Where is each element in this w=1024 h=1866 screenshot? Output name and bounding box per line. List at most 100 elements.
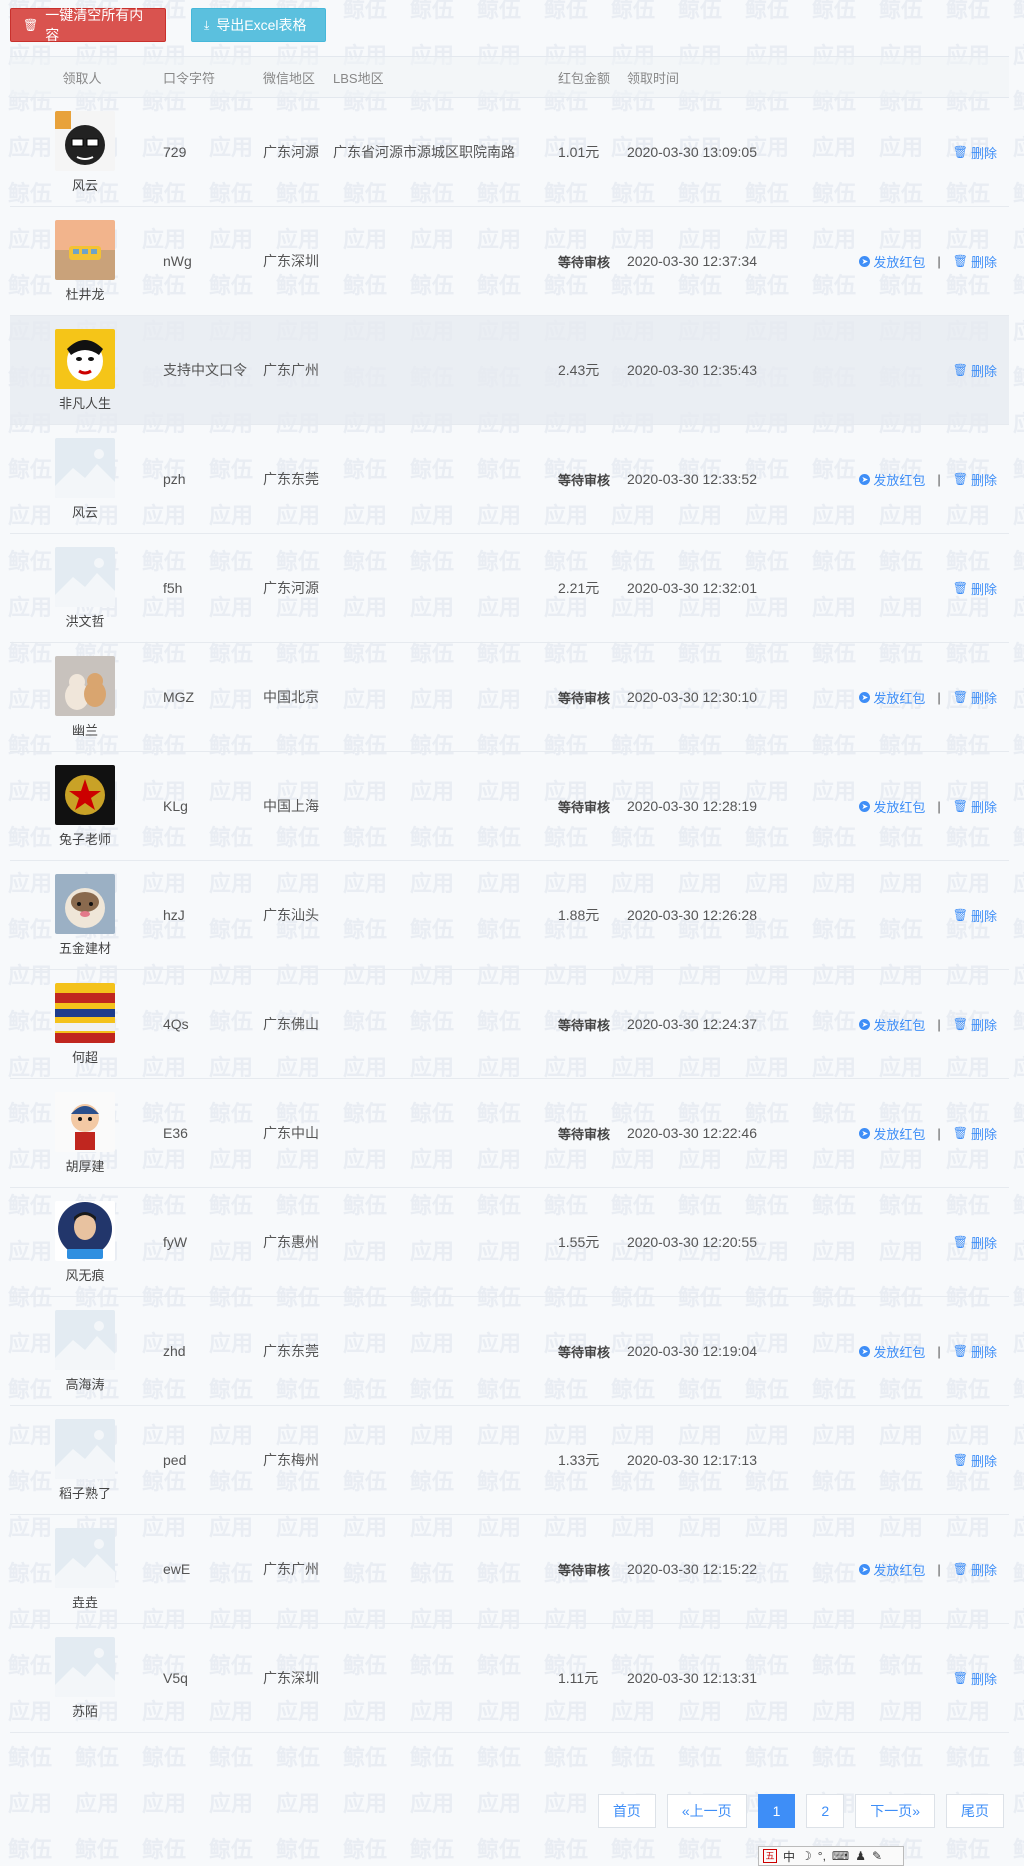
punctuation-icon[interactable]: °,: [818, 1849, 826, 1863]
header-wx-region: 微信地区: [263, 70, 316, 86]
ime-toolbar[interactable]: 五 中 ☽ °, ⌨ ♟ ✎: [758, 1846, 904, 1866]
watermark-tile: 应用: [342, 1792, 387, 1817]
send-label: 发放红包: [873, 1017, 926, 1033]
send-redpacket-button[interactable]: ➤ 发放红包: [859, 252, 925, 271]
page-2-button[interactable]: 2: [806, 1794, 845, 1828]
send-redpacket-button[interactable]: ➤ 发放红包: [859, 470, 925, 489]
wx-region-cell: 广东深圳: [263, 1670, 319, 1686]
delete-button[interactable]: 🗑 删除: [953, 1560, 997, 1579]
table-row: 何超 4Qs 广东佛山 等待审核 2020-03-30 12:24:37 ➤ 发放红包 | 🗑 删…: [10, 970, 1009, 1079]
wx-region-cell: 中国上海: [263, 798, 319, 814]
watermark-tile: 鲸伍: [543, 0, 588, 23]
wrench-icon[interactable]: ✎: [872, 1849, 882, 1863]
page-1-button[interactable]: 1: [757, 1794, 796, 1828]
delete-button[interactable]: 🗑 删除: [953, 797, 997, 816]
avatar: [55, 764, 115, 825]
trash-icon: 🗑: [952, 1344, 968, 1358]
user-cell: 稻子熟了: [10, 1418, 160, 1502]
code-cell: MGZ: [163, 689, 195, 705]
delete-label: 删除: [970, 1126, 997, 1142]
send-label: 发放红包: [873, 799, 926, 815]
delete-button[interactable]: 🗑 删除: [953, 1342, 997, 1361]
user-cell: 风无痕: [10, 1200, 160, 1284]
send-redpacket-button[interactable]: ➤ 发放红包: [859, 1342, 925, 1361]
table-header: 领取人 口令字符 微信地区 LBS地区 红包金额 领取时间: [10, 56, 1009, 98]
user-name: 幽兰: [71, 722, 98, 738]
time-cell: 2020-03-30 12:35:43: [627, 362, 757, 378]
avatar: [55, 1200, 115, 1261]
delete-button[interactable]: 🗑 删除: [953, 1233, 997, 1252]
send-icon: ➤: [859, 473, 871, 485]
delete-label: 删除: [970, 1017, 997, 1033]
code-cell: 4Qs: [163, 1016, 189, 1032]
send-redpacket-button[interactable]: ➤ 发放红包: [859, 1560, 925, 1579]
code-cell: f5h: [163, 580, 183, 596]
keyboard-icon[interactable]: ⌨: [832, 1849, 849, 1863]
table-row: 杜井龙 nWg 广东深圳 等待审核 2020-03-30 12:37:34 ➤ 发放红包 | 🗑…: [10, 207, 1009, 316]
trash-icon: 🗑: [952, 1235, 968, 1249]
actions-cell: 🗑 删除: [827, 579, 1009, 598]
moon-icon[interactable]: ☽: [801, 1849, 812, 1863]
clear-all-button[interactable]: 🗑 一键清空所有内容: [10, 7, 166, 43]
page-next-button[interactable]: 下一页»: [855, 1794, 935, 1828]
watermark-tile: 鲸伍: [275, 1746, 320, 1771]
delete-button[interactable]: 🗑 删除: [953, 688, 997, 707]
header-user: 领取人: [62, 70, 102, 86]
avatar: [55, 873, 115, 934]
delete-button[interactable]: 🗑 删除: [953, 143, 997, 162]
avatar: [55, 982, 115, 1043]
watermark-tile: 鲸伍: [1012, 0, 1024, 23]
delete-button[interactable]: 🗑 删除: [953, 1015, 997, 1034]
table-row: 非凡人生 支持中文口令 广东广州 2.43元 2020-03-30 12:35:43 🗑 删…: [10, 316, 1009, 425]
page-first-button[interactable]: 首页: [597, 1794, 656, 1828]
send-icon: ➤: [859, 1563, 871, 1575]
page-prev-button[interactable]: «上一页: [666, 1794, 747, 1828]
avatar: [55, 1527, 115, 1588]
delete-button[interactable]: 🗑 删除: [953, 252, 997, 271]
ime-mode[interactable]: 中: [783, 1848, 795, 1865]
watermark-tile: 鲸伍: [543, 1746, 588, 1771]
user-name: 垚垚: [71, 1594, 98, 1610]
delete-label: 删除: [970, 1235, 997, 1251]
user-icon[interactable]: ♟: [855, 1849, 866, 1863]
user-name: 风云: [71, 504, 98, 520]
code-cell: pzh: [163, 471, 186, 487]
delete-button[interactable]: 🗑 删除: [953, 906, 997, 925]
watermark-tile: 鲸伍: [677, 1746, 722, 1771]
user-name: 洪文哲: [65, 613, 105, 629]
page-last-button[interactable]: 尾页: [946, 1794, 1004, 1828]
watermark-tile: 鲸伍: [141, 1838, 186, 1863]
wx-region-cell: 中国北京: [263, 689, 319, 705]
user-cell: 幽兰: [10, 655, 160, 739]
send-redpacket-button[interactable]: ➤ 发放红包: [859, 797, 925, 816]
action-separator: |: [937, 1125, 941, 1141]
action-separator: |: [937, 471, 941, 487]
delete-button[interactable]: 🗑 删除: [953, 1124, 997, 1143]
delete-button[interactable]: 🗑 删除: [953, 579, 997, 598]
user-cell: 五金建材: [10, 873, 160, 957]
delete-button[interactable]: 🗑 删除: [953, 1669, 997, 1688]
actions-cell: ➤ 发放红包 | 🗑 删除: [827, 1560, 1009, 1579]
delete-button[interactable]: 🗑 删除: [953, 470, 997, 489]
watermark-tile: 鲸伍: [342, 1746, 387, 1771]
action-separator: |: [937, 798, 941, 814]
watermark-tile: 鲸伍: [610, 0, 655, 23]
code-cell: hzJ: [163, 907, 185, 923]
send-redpacket-button[interactable]: ➤ 发放红包: [859, 688, 925, 707]
delete-button[interactable]: 🗑 删除: [953, 1451, 997, 1470]
user-cell: 兔子老师: [10, 764, 160, 848]
watermark-tile: 应用: [476, 1792, 521, 1817]
actions-cell: 🗑 删除: [827, 1233, 1009, 1252]
delete-button[interactable]: 🗑 删除: [953, 361, 997, 380]
user-cell: 洪文哲: [10, 546, 160, 630]
action-separator: |: [937, 253, 941, 269]
table-body: 风云 729 广东河源 广东省河源市源城区职院南路 1.01元 2020-03-30 13…: [10, 98, 1009, 1733]
send-redpacket-button[interactable]: ➤ 发放红包: [859, 1015, 925, 1034]
code-cell: E36: [163, 1125, 188, 1141]
actions-cell: ➤ 发放红包 | 🗑 删除: [827, 688, 1009, 707]
delete-label: 删除: [970, 1562, 997, 1578]
export-excel-button[interactable]: ⤓ 导出Excel表格: [191, 8, 326, 42]
time-cell: 2020-03-30 12:22:46: [627, 1125, 757, 1141]
send-redpacket-button[interactable]: ➤ 发放红包: [859, 1124, 925, 1143]
download-icon: ⤓: [204, 17, 210, 32]
